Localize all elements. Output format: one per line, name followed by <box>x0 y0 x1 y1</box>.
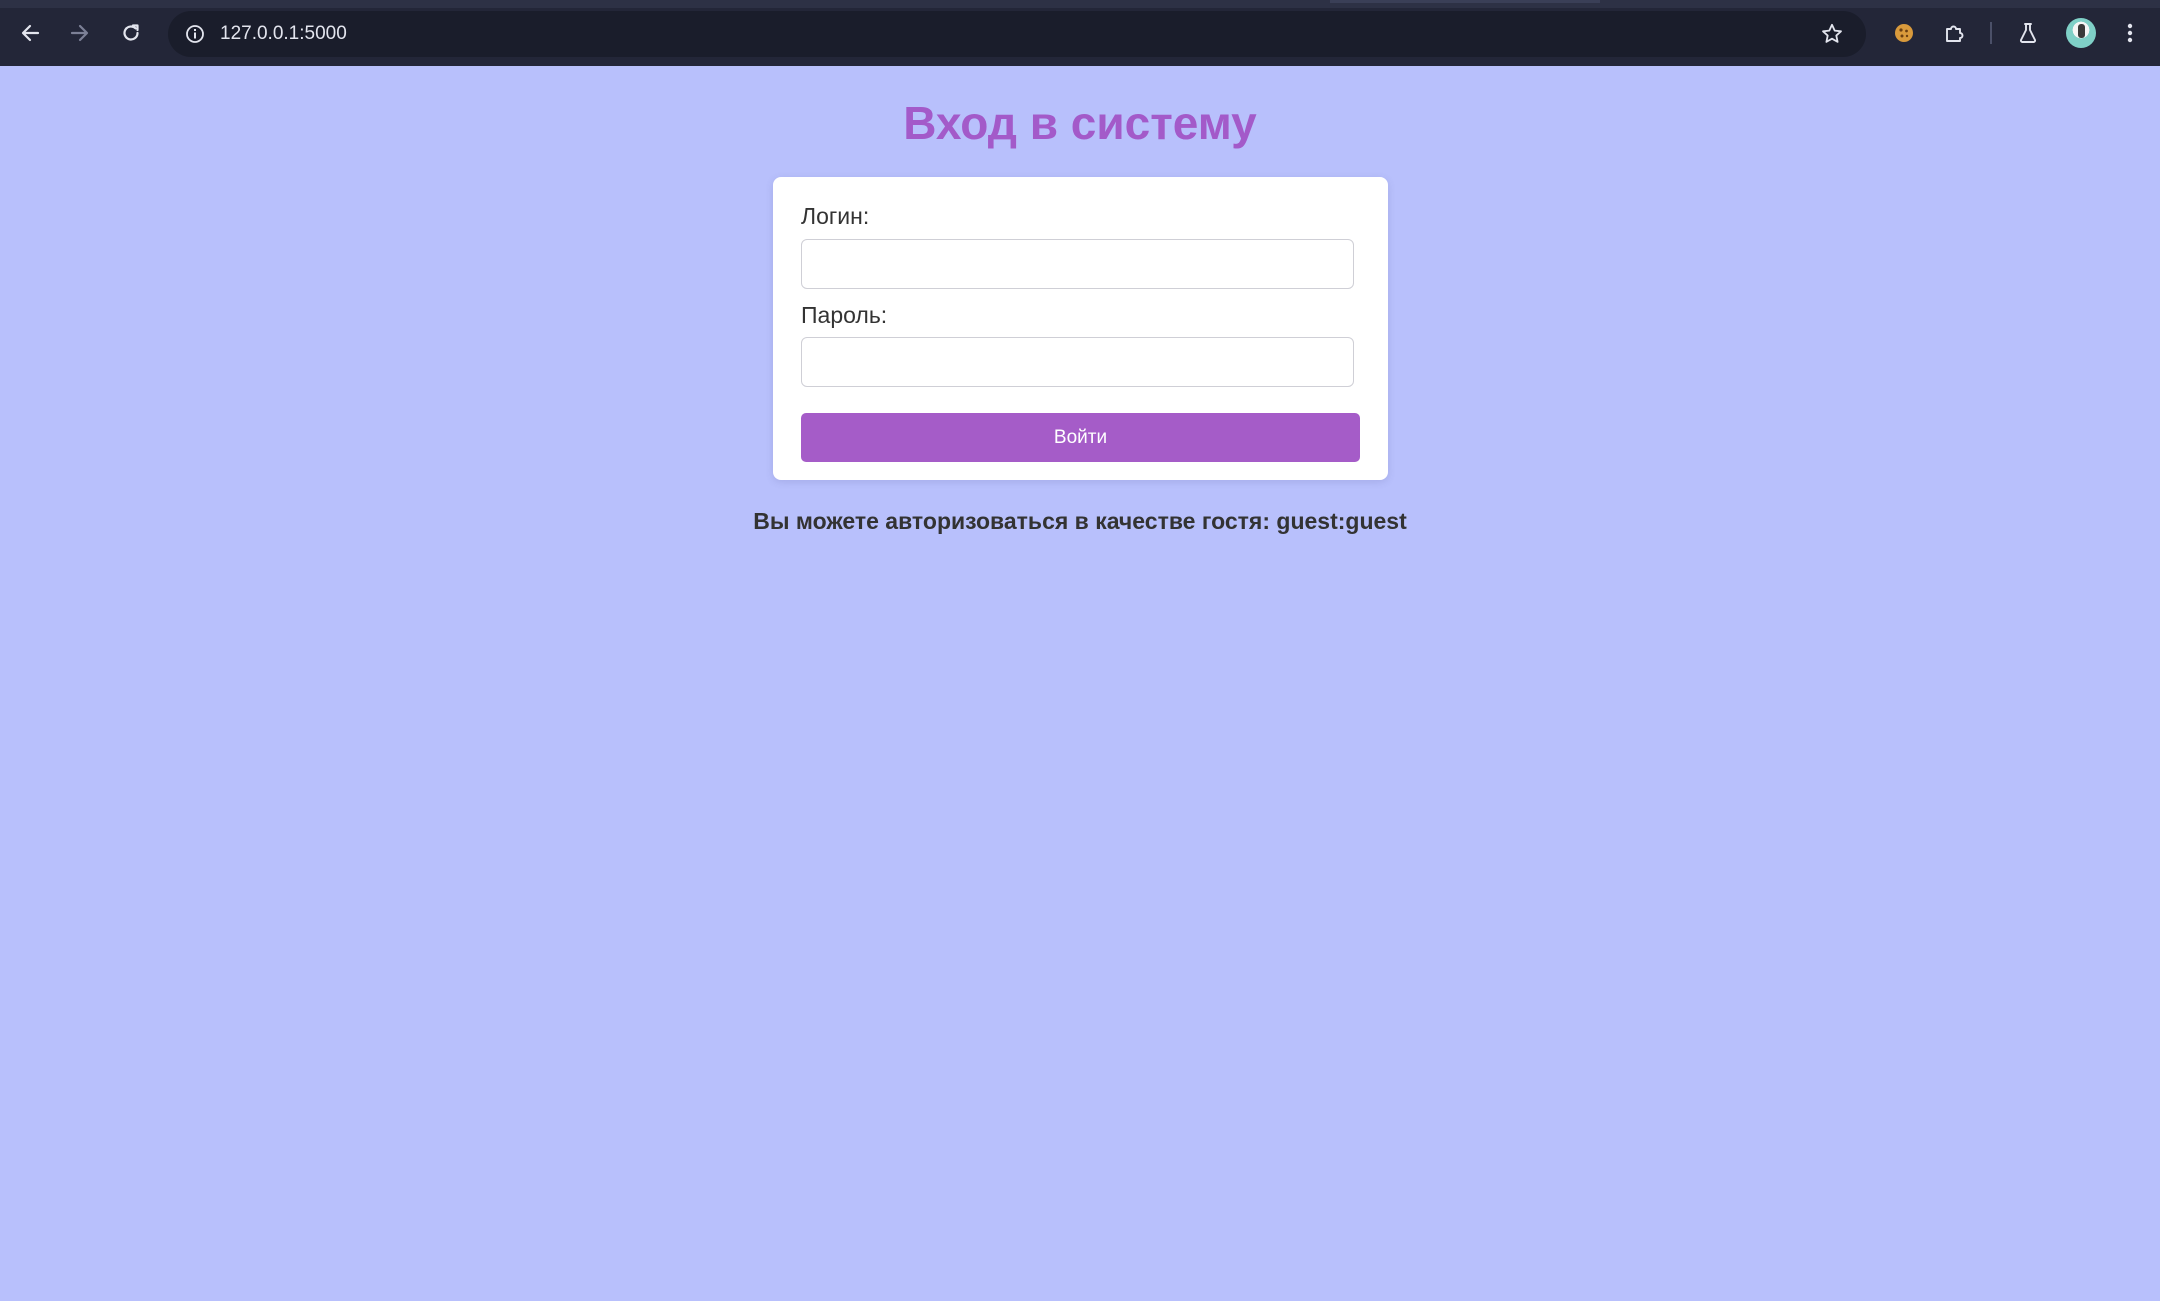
arrow-right-icon <box>70 24 89 42</box>
cookie-extension-button[interactable] <box>1886 15 1922 51</box>
page-body: Вход в систему Логин: Пароль: Войти Вы м… <box>0 66 2160 1301</box>
back-button[interactable] <box>10 13 50 53</box>
site-info-button[interactable] <box>179 18 211 50</box>
bookmark-button[interactable] <box>1816 18 1848 50</box>
browser-toolbar: 127.0.0.1:5000 <box>0 0 2160 66</box>
tab-strip <box>0 0 2160 8</box>
star-icon <box>1822 23 1842 43</box>
reload-button[interactable] <box>111 13 151 53</box>
browser-menu-button[interactable] <box>2112 15 2148 51</box>
guest-hint: Вы можете авторизоваться в качестве гост… <box>753 508 1407 534</box>
kebab-menu-icon <box>2127 23 2133 43</box>
password-input[interactable] <box>801 337 1354 387</box>
puzzle-icon <box>1946 25 1964 42</box>
arrow-left-icon <box>21 24 40 42</box>
cookie-icon <box>1895 24 1913 42</box>
labs-button[interactable] <box>2010 15 2046 51</box>
info-icon <box>186 25 204 43</box>
login-button[interactable]: Войти <box>801 413 1360 462</box>
login-label: Логин: <box>801 203 870 229</box>
login-form: Логин: Пароль: Войти <box>773 177 1388 480</box>
flask-icon <box>2019 23 2037 43</box>
login-input[interactable] <box>801 239 1354 289</box>
avatar[interactable] <box>2066 18 2096 48</box>
page-title: Вход в систему <box>903 97 1257 149</box>
tab-indicator <box>1330 0 1600 3</box>
address-bar[interactable]: 127.0.0.1:5000 <box>168 11 1866 57</box>
password-label: Пароль: <box>801 302 888 328</box>
url-text[interactable]: 127.0.0.1:5000 <box>220 11 347 57</box>
extensions-button[interactable] <box>1936 15 1972 51</box>
toolbar-divider <box>1990 22 1992 44</box>
reload-icon <box>123 24 139 41</box>
forward-button[interactable] <box>60 13 100 53</box>
